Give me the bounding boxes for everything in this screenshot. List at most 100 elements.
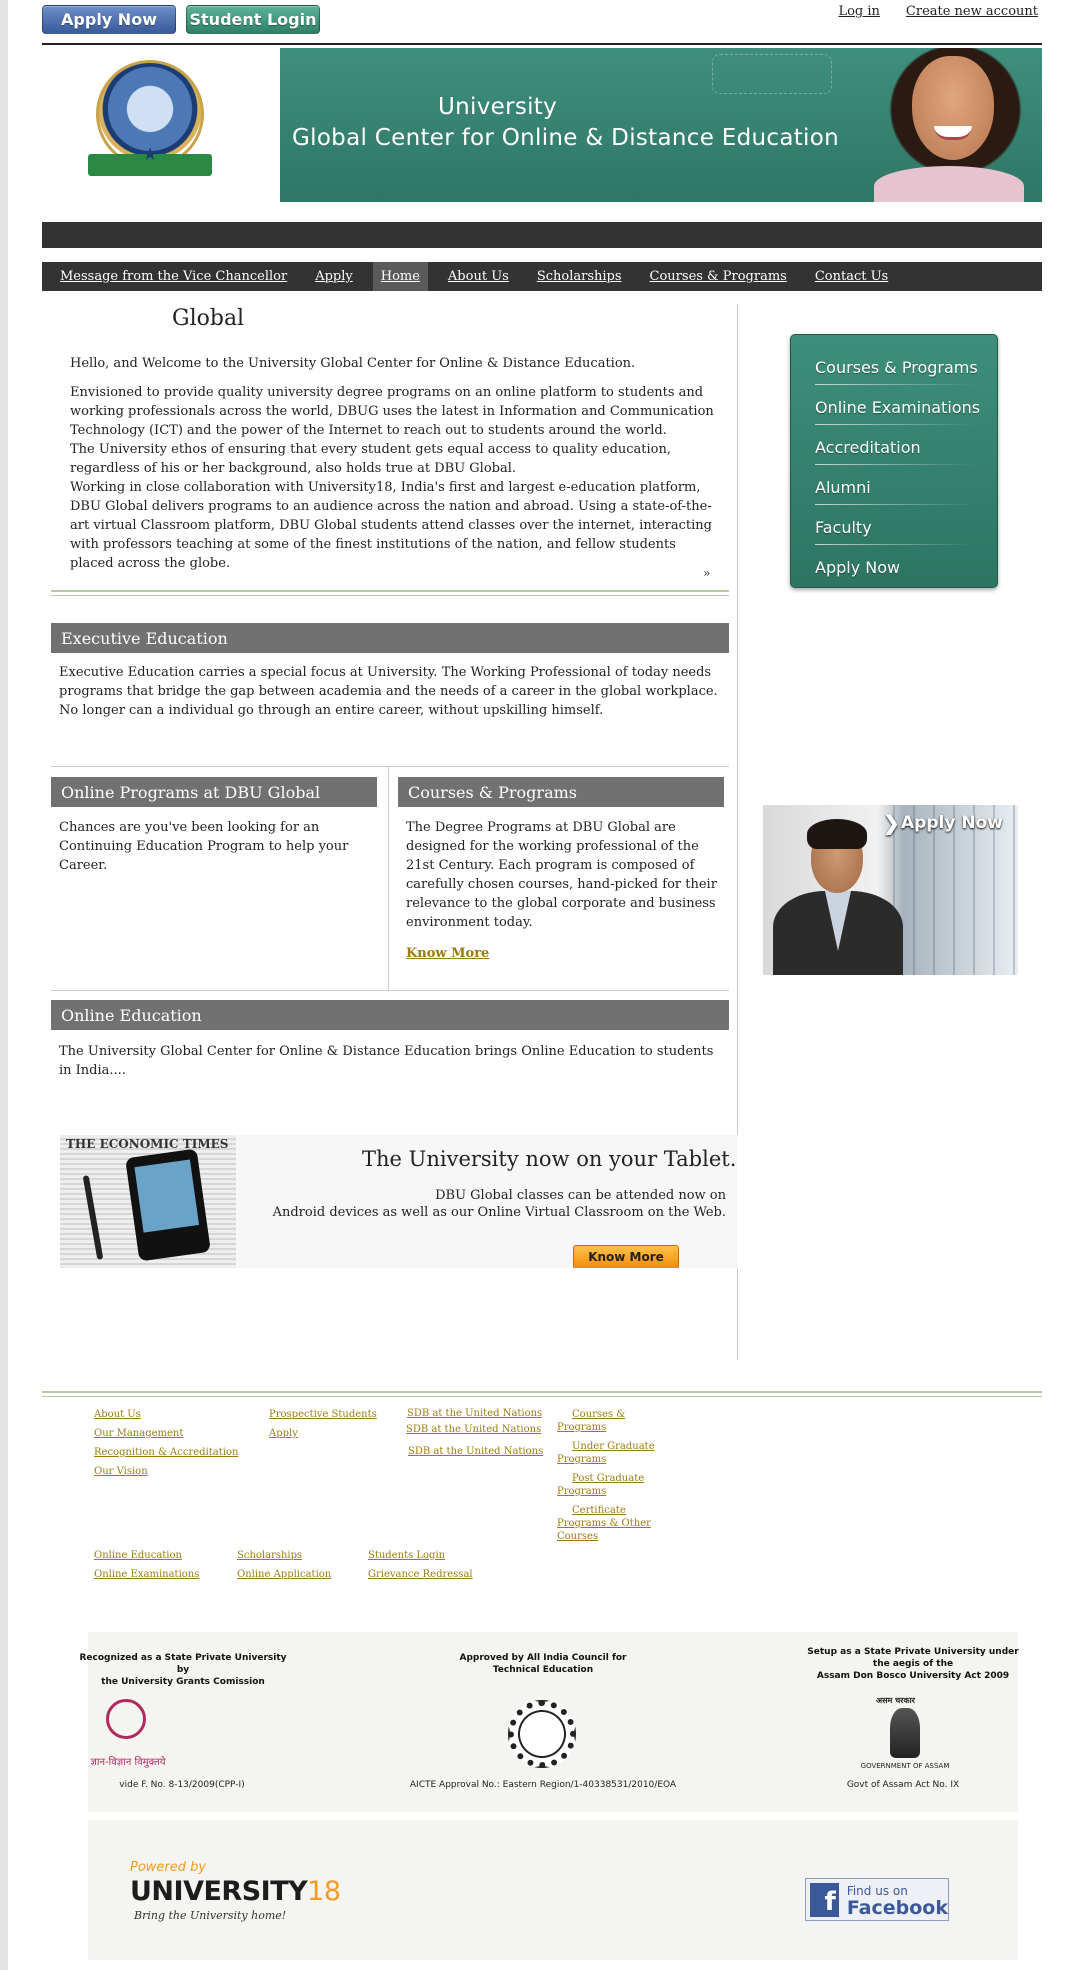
- assam-caption-line1: Setup as a State Private University unde…: [807, 1647, 1019, 1657]
- footer-link-ug-2[interactable]: Programs: [557, 1453, 606, 1466]
- facebook-icon: f: [810, 1882, 839, 1917]
- footer-link-sdb-2[interactable]: SDB at the United Nations: [406, 1423, 541, 1436]
- assam-govt-label: GOVERNMENT OF ASSAM: [860, 1762, 950, 1770]
- assam-emblem-icon: [890, 1708, 920, 1758]
- university18-logo-number: 18: [307, 1876, 341, 1907]
- footer-link-online-application[interactable]: Online Application: [237, 1568, 331, 1581]
- chalk-drawing: [712, 54, 832, 94]
- ugc-logo-icon: [106, 1699, 146, 1739]
- footer-link-students-login[interactable]: Students Login: [368, 1549, 445, 1562]
- online-programs-heading: Online Programs at DBU Global: [51, 777, 377, 807]
- man-hair: [807, 819, 867, 849]
- footer-link-pg-1[interactable]: Post Graduate: [572, 1472, 644, 1485]
- university18-logo-word: UNIVERSITY: [130, 1876, 308, 1907]
- footer-link-management[interactable]: Our Management: [94, 1427, 183, 1440]
- divider: [388, 766, 389, 991]
- aicte-reference: AICTE Approval No.: Eastern Region/1-403…: [409, 1780, 677, 1790]
- assam-caption-line2: the aegis of the: [872, 1659, 954, 1669]
- executive-education-heading: Executive Education: [51, 623, 729, 653]
- apply-now-promo[interactable]: ❯ Apply Now: [763, 805, 1018, 975]
- aicte-logo-icon: [508, 1700, 576, 1768]
- top-links: Log in Create new account: [838, 4, 1038, 19]
- footer-link-cert-2[interactable]: Programs & Other: [557, 1517, 651, 1530]
- online-education-text: The University Global Center for Online …: [59, 1044, 714, 1078]
- intro-text: Hello, and Welcome to the University Glo…: [70, 354, 718, 573]
- page-title: Global: [172, 306, 245, 331]
- page: Apply Now Student Login Log in Create ne…: [8, 0, 1083, 1970]
- intro-para-3: Working in close collaboration with Univ…: [70, 480, 712, 571]
- nav-item-courses[interactable]: Courses & Programs: [642, 262, 795, 291]
- university18-logo[interactable]: UNIVERSITY18: [130, 1876, 341, 1907]
- banner-title-line1: University: [438, 94, 558, 120]
- footer-link-apply[interactable]: Apply: [269, 1427, 298, 1440]
- footer-link-cert-3[interactable]: Courses: [557, 1530, 598, 1543]
- assam-emblem-text: असम चरकार: [876, 1696, 915, 1705]
- know-more-link[interactable]: Know More: [406, 946, 489, 961]
- sidebar-item-faculty[interactable]: Faculty: [791, 507, 997, 547]
- tablet-know-more-button[interactable]: Know More: [573, 1245, 679, 1268]
- aicte-caption: Approved by All India Council for Techni…: [438, 1652, 648, 1676]
- divider: [42, 1396, 1042, 1397]
- footer-link-pg-2[interactable]: Programs: [557, 1485, 606, 1498]
- online-programs-text: Chances are you've been looking for an C…: [59, 820, 349, 873]
- ugc-reference: vide F. No. 8-13/2009(CPP-I): [119, 1780, 245, 1790]
- sidebar-item-accreditation[interactable]: Accreditation: [791, 427, 997, 467]
- facebook-badge[interactable]: f Find us on Facebook: [805, 1878, 949, 1921]
- tablet-icon: [125, 1148, 211, 1262]
- nav-item-home[interactable]: Home: [372, 262, 428, 291]
- powered-by-label: Powered by: [130, 1860, 207, 1875]
- newspaper-image: THE ECONOMIC TIMES: [60, 1135, 236, 1268]
- nav-item-about-us[interactable]: About Us: [440, 262, 517, 291]
- apply-now-button[interactable]: Apply Now: [42, 5, 176, 34]
- sidebar-item-apply-now[interactable]: Apply Now: [791, 547, 997, 587]
- footer-link-scholarships[interactable]: Scholarships: [237, 1549, 302, 1562]
- footer-link-about-us[interactable]: About Us: [94, 1408, 141, 1421]
- login-link[interactable]: Log in: [838, 4, 879, 19]
- facebook-text: Find us on Facebook: [847, 1883, 948, 1918]
- footer-link-courses-1[interactable]: Courses &: [572, 1408, 625, 1421]
- assam-reference: Govt of Assam Act No. IX: [846, 1780, 960, 1790]
- newspaper-title: THE ECONOMIC TIMES: [66, 1137, 229, 1151]
- tablet-promo-banner[interactable]: THE ECONOMIC TIMES The University now on…: [60, 1135, 738, 1268]
- aicte-caption-line2: Technical Education: [492, 1665, 594, 1675]
- footer-link-sdb-3[interactable]: SDB at the United Nations: [408, 1445, 543, 1458]
- nav-item-scholarships[interactable]: Scholarships: [529, 262, 630, 291]
- divider: [51, 766, 729, 767]
- ugc-caption-line2: the University Grants Comission: [101, 1677, 265, 1687]
- nav-item-contact-us[interactable]: Contact Us: [807, 262, 896, 291]
- divider: [42, 43, 1042, 45]
- sidebar-item-courses[interactable]: Courses & Programs: [791, 347, 997, 387]
- main-nav: Message from the Vice Chancellor Apply H…: [42, 262, 1042, 291]
- university-logo[interactable]: ★: [42, 48, 280, 202]
- intro-para-2: The University ethos of ensuring that ev…: [70, 442, 672, 476]
- footer-link-vision[interactable]: Our Vision: [94, 1465, 148, 1478]
- footer-link-sdb-1[interactable]: SDB at the United Nations: [407, 1407, 542, 1420]
- nav-item-vc-message[interactable]: Message from the Vice Chancellor: [52, 262, 295, 291]
- divider: [51, 990, 729, 991]
- read-more-link[interactable]: »: [703, 566, 710, 580]
- student-face: [912, 56, 994, 160]
- sidebar-item-online-examinations[interactable]: Online Examinations: [791, 387, 997, 427]
- student-login-button[interactable]: Student Login: [186, 5, 320, 34]
- star-icon: ★: [142, 144, 159, 165]
- footer-link-ug-1[interactable]: Under Graduate: [572, 1440, 655, 1453]
- ugc-logo-text: ज्ञान-विज्ञान विमुक्तये: [90, 1757, 166, 1768]
- online-education-heading: Online Education: [51, 1000, 729, 1030]
- divider: [42, 1391, 1042, 1393]
- tablet-promo-text: DBU Global classes can be attended now o…: [273, 1187, 726, 1221]
- secondary-bar: [42, 222, 1042, 248]
- nav-item-apply[interactable]: Apply: [307, 262, 361, 291]
- footer-link-courses-2[interactable]: Programs: [557, 1421, 606, 1434]
- footer-link-prospective[interactable]: Prospective Students: [269, 1408, 377, 1421]
- footer-link-cert-1[interactable]: Certificate: [572, 1504, 626, 1517]
- create-account-link[interactable]: Create new account: [906, 4, 1038, 19]
- footer-link-online-education[interactable]: Online Education: [94, 1549, 182, 1562]
- intro-para-1: Envisioned to provide quality university…: [70, 385, 714, 438]
- footer-link-recognition[interactable]: Recognition & Accreditation: [94, 1446, 238, 1459]
- divider: [51, 590, 729, 592]
- footer-link-grievance[interactable]: Grievance Redressal: [368, 1568, 473, 1581]
- assam-caption-line3: Assam Don Bosco University Act 2009: [816, 1671, 1010, 1681]
- footer-link-online-examinations[interactable]: Online Examinations: [94, 1568, 199, 1581]
- sidebar-item-alumni[interactable]: Alumni: [791, 467, 997, 507]
- tablet-promo-line1: DBU Global classes can be attended now o…: [435, 1188, 726, 1203]
